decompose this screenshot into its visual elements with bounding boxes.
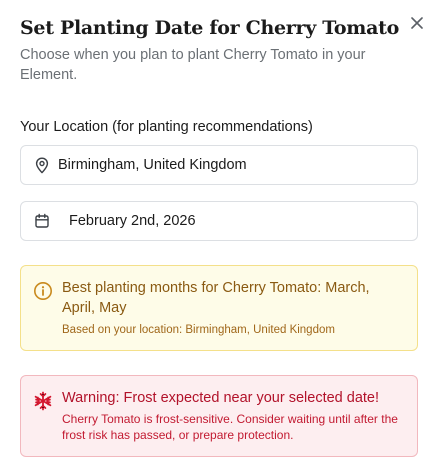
planting-date-dialog: Set Planting Date for Cherry Tomato Choo…: [0, 0, 438, 470]
calendar-icon: [33, 212, 51, 230]
frost-warning-detail: Cherry Tomato is frost-sensitive. Consid…: [62, 412, 398, 442]
dialog-title: Set Planting Date for Cherry Tomato: [20, 17, 399, 39]
location-input[interactable]: Birmingham, United Kingdom: [20, 145, 418, 185]
frost-warning-title: Warning: Frost expected near your select…: [62, 390, 380, 406]
planting-months-text: Best planting months for Cherry Tomato: …: [62, 280, 370, 316]
location-label: Your Location (for planting recommendati…: [20, 119, 313, 135]
date-value: February 2nd, 2026: [69, 213, 196, 229]
close-button[interactable]: [406, 14, 428, 36]
location-basis-text: Based on your location: Birmingham, Unit…: [62, 324, 335, 336]
info-icon: [33, 281, 53, 301]
planting-months-alert: Best planting months for Cherry Tomato: …: [20, 265, 418, 351]
close-icon: [411, 16, 423, 34]
map-pin-icon: [33, 156, 51, 174]
dialog-subtitle: Choose when you plan to plant Cherry Tom…: [20, 47, 366, 83]
frost-warning-alert: Warning: Frost expected near your select…: [20, 375, 418, 457]
snowflake-icon: [33, 391, 53, 411]
location-value: Birmingham, United Kingdom: [58, 157, 247, 173]
date-picker-button[interactable]: February 2nd, 2026: [20, 201, 418, 241]
